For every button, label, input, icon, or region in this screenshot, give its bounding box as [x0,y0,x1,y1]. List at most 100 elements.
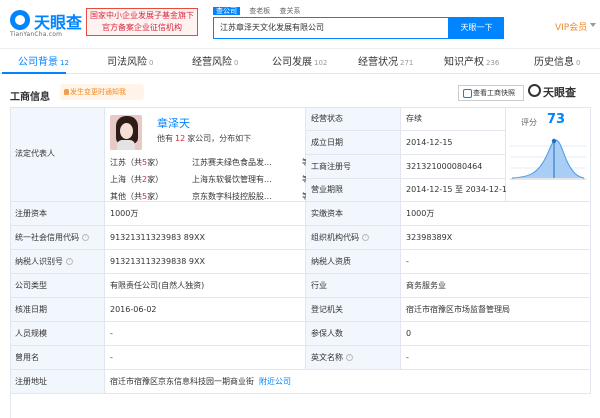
field-value: 1000万 [105,202,306,226]
gov-badge-line2: 官方备案企业征信机构 [102,23,182,32]
avatar-face [120,123,133,139]
tab-history[interactable]: 历史信息 0 [534,53,580,73]
field-value: 存续 [401,107,506,131]
field-label: 注册资本 [10,202,105,226]
field-value-text: 91321311323983 89XX [110,232,205,242]
active-tab-underline [2,72,66,74]
logo-domain: TianYanCha.com [10,31,63,38]
field-value-text: 913213113239838 9XX [110,256,205,266]
region-name: 其他 [110,192,126,201]
field-value-text: 32398389X [406,232,453,242]
logo-name: 天眼查 [34,13,83,32]
search-input[interactable]: 江苏章泽天文化发展有限公司 [213,17,449,39]
field-value: 2014-12-15 至 2034-12-14 [401,179,512,202]
region-company-link[interactable]: 上海东软餐饮管理有... [192,174,300,185]
business-info-table: 法定代表人 章泽天 他有 12 家公司，分布如下 江苏（共5家） 江苏赛夫绿色食品发… [10,107,591,418]
page: 天眼查 TianYanCha.com 国家中小企业发展子基金旗下 官方备案企业征… [0,0,600,418]
tab-count: 12 [60,59,69,67]
legal-rep-company-count[interactable]: 12 [175,134,185,143]
field-value: 2016-06-02 [105,298,306,322]
tab-label: 公司发展 [272,57,312,68]
field-value: - [401,346,591,370]
field-value: 商务服务业 [401,274,591,298]
score-value: 73 [547,112,566,127]
help-icon[interactable]: ? [66,258,73,265]
field-label: 经营状态 [306,107,401,131]
search-button[interactable]: 天眼一下 [449,17,504,39]
legal-rep-name[interactable]: 章泽天 [157,115,190,131]
search-tab-relation[interactable]: 查关系 [279,7,300,15]
field-label: 公司类型 [10,274,105,298]
score-panel[interactable]: 评分 73 [506,107,591,202]
field-value: 0 [401,322,591,346]
address-text: 宿迁市宿豫区京东信息科技园一期商业街 [110,376,254,386]
field-value: 2014-12-15 [401,131,506,155]
tab-count: 0 [576,59,581,67]
field-label-with-help: 英文名称? [306,346,401,370]
tab-label: 经营风险 [192,57,232,68]
field-value: - [401,250,591,274]
field-label: 纳税人资质 [306,250,401,274]
tab-count: 0 [149,59,154,67]
field-value: 32398389X [401,226,591,250]
field-value: 宿迁市宿豫区市场监督管理局 [401,298,591,322]
help-icon[interactable]: ? [362,234,369,241]
section-tabs: 公司背景 12 司法风险 0 经营风险 0 公司发展 102 经营状况 271 知识产权 2… [0,48,600,74]
tab-count: 271 [400,59,414,67]
score-distribution-chart [510,138,586,180]
help-icon[interactable]: ? [82,234,89,241]
region-name: 江苏 [110,158,126,167]
field-value: 1000万 [401,202,591,226]
legal-rep-region-row: 江苏（共5家） 江苏赛夫绿色食品发... 等 [110,157,310,171]
section-title: 工商信息 [10,92,50,103]
search-tab-boss[interactable]: 查老板 [249,7,270,15]
legal-rep-summary: 他有 12 家公司，分布如下 [157,133,251,144]
watermark-logo: 天眼查 [528,84,576,100]
region-name: 上海 [110,175,126,184]
region-company-link[interactable]: 江苏赛夫绿色食品发... [192,157,300,168]
field-value: 321321000080464 [401,155,506,179]
field-label: 营业期限 [306,179,401,202]
logo-eye-icon [10,10,30,30]
gov-badge-line1: 国家中小企业发展子基金旗下 [90,11,194,20]
tab-count: 0 [234,59,239,67]
vip-menu[interactable]: VIP会员 [555,20,597,33]
tab-label: 知识产权 [444,57,484,68]
top-bar: 天眼查 TianYanCha.com 国家中小企业发展子基金旗下 官方备案企业征… [0,0,600,48]
search-type-tabs: 查公司 查老板 查关系 [213,6,307,16]
help-icon[interactable]: ? [346,354,353,361]
tab-label: 经营状况 [358,57,398,68]
tab-label: 公司背景 [18,57,58,68]
tab-company-development[interactable]: 公司发展 102 [272,53,327,73]
legal-rep-summary-suffix: 家公司，分布如下 [187,134,252,143]
field-label-text: 纳税人识别号 [15,256,63,266]
field-label: 参保人数 [306,322,401,346]
field-value: - [105,322,306,346]
legal-rep-label: 法定代表人 [10,107,105,202]
gov-badge: 国家中小企业发展子基金旗下 官方备案企业征信机构 [86,8,198,36]
tab-intellectual-property[interactable]: 知识产权 236 [444,53,499,73]
search-tab-company[interactable]: 查公司 [213,7,240,15]
score-label: 评分 [521,118,537,127]
region-company-link[interactable]: 京东数字科技控股股... [192,191,300,202]
tab-operating-status[interactable]: 经营状况 271 [358,53,413,73]
field-label: 工商注册号 [306,155,401,179]
field-label: 实缴资本 [306,202,401,226]
logo[interactable]: 天眼查 TianYanCha.com [10,8,84,38]
field-value: 91321311323983 89XX [105,226,306,250]
tab-count: 236 [486,59,500,67]
legal-rep-region-row: 上海（共2家） 上海东软餐饮管理有... 等 [110,174,310,188]
legal-rep-avatar[interactable] [110,115,142,150]
tab-business-risk[interactable]: 经营风险 0 [192,53,238,73]
nearby-companies-link[interactable]: 附近公司 [259,376,291,388]
field-value: - [105,346,306,370]
view-snapshot-button[interactable]: 查看工商快照 [458,85,524,101]
tab-legal-risk[interactable]: 司法风险 0 [107,53,153,73]
tab-company-background[interactable]: 公司背景 12 [18,53,69,73]
field-label-with-help: 组织机构代码? [306,226,401,250]
field-label-text: 统一社会信用代码 [15,232,79,242]
field-value: 913213113239838 9XX [105,250,306,274]
field-label: 登记机关 [306,298,401,322]
field-value: 有限责任公司(自然人独资) [105,274,306,298]
change-notify-button[interactable]: 发生变更时通知我 [60,84,144,100]
